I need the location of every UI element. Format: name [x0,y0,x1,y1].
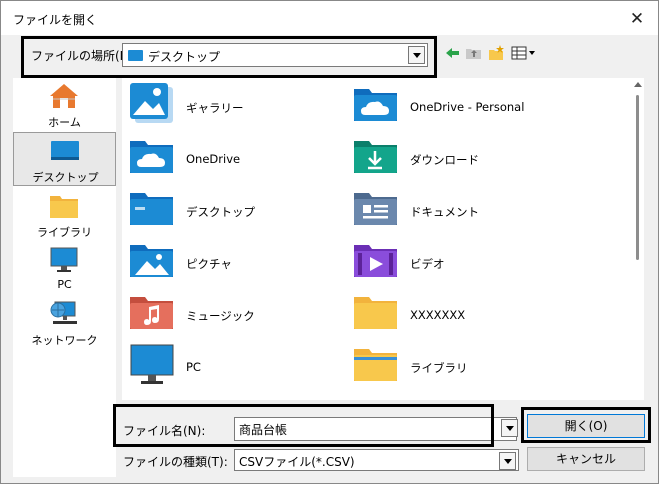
filename-dropdown-button[interactable] [501,419,518,437]
sidebar-item-library[interactable]: ライブラリ [13,188,116,242]
onedrive-folder-icon [353,83,401,127]
file-label: OneDrive - Personal [410,100,525,114]
scrollbar-thumb[interactable] [636,95,639,260]
file-label: ピクチャ [186,257,232,271]
file-label: ライブラリ [410,361,468,375]
file-label: ミュージック [186,309,255,323]
sidebar-label-desktop: デスクトップ [32,171,99,184]
sidebar-item-desktop[interactable]: デスクトップ [13,132,116,186]
file-label: OneDrive [186,152,241,166]
list-item-music[interactable]: ミュージック [129,291,339,341]
up-folder-icon[interactable] [465,44,485,64]
highlight-box-location [21,36,437,78]
filetype-value: CSVファイル(*.CSV) [239,455,355,469]
list-item-onedrive-personal[interactable]: OneDrive - Personal [353,83,563,133]
places-bar: ホーム デスクトップ ライブラリ PC ネットワーク [13,78,116,477]
desktop-icon [50,137,80,165]
list-item-folder[interactable]: XXXXXXX [353,291,563,341]
filetype-dropdown-button[interactable] [499,452,516,470]
documents-folder-icon [353,187,401,231]
window-title: ファイルを開く [13,13,98,27]
downloads-folder-icon [353,135,401,179]
list-item-gallery[interactable]: ギャラリー [129,83,339,133]
file-list: ギャラリー OneDrive デスクトップ ピクチャ ミュージック PC One… [122,78,644,400]
file-label: ギャラリー [186,101,244,115]
list-item-onedrive[interactable]: OneDrive [129,135,339,185]
music-folder-icon [129,291,177,335]
pictures-folder-icon [129,239,177,283]
filetype-label: ファイルの種類(T): [123,455,228,469]
sidebar-item-network[interactable]: ネットワーク [13,296,116,350]
home-icon [49,82,79,110]
sidebar-label-home: ホーム [48,116,81,129]
sidebar-label-library: ライブラリ [37,226,92,239]
network-icon [49,300,79,328]
file-label: PC [186,360,201,374]
highlight-box-filename [113,404,494,447]
list-item-videos[interactable]: ビデオ [353,239,563,289]
list-item-downloads[interactable]: ダウンロード [353,135,563,185]
list-item-documents[interactable]: ドキュメント [353,187,563,237]
new-folder-icon[interactable] [488,44,508,64]
highlight-box-open [521,407,651,443]
gallery-icon [129,83,177,127]
back-arrow-icon[interactable] [444,44,464,64]
close-icon[interactable]: ✕ [626,8,648,30]
desktop-folder-icon [129,187,177,231]
videos-folder-icon [353,239,401,283]
list-item-library[interactable]: ライブラリ [353,343,563,393]
file-label: XXXXXXX [410,308,466,322]
file-open-dialog: ファイルを開く ✕ ファイルの場所(I): デスクトップ ホーム デスクトップ … [0,0,659,484]
file-label: ダウンロード [410,153,479,167]
monitor-icon [49,246,79,274]
cancel-button[interactable]: キャンセル [527,447,645,471]
sidebar-label-pc: PC [57,278,72,291]
list-item-desktop[interactable]: デスクトップ [129,187,339,237]
library-folder-icon [49,192,79,220]
file-label: ビデオ [410,257,445,271]
sidebar-item-home[interactable]: ホーム [13,78,116,132]
library-folder-icon [353,343,401,387]
file-label: ドキュメント [410,205,479,219]
file-label: デスクトップ [186,205,255,219]
monitor-icon [129,343,177,387]
list-item-pictures[interactable]: ピクチャ [129,239,339,289]
sidebar-label-network: ネットワーク [31,334,98,347]
filetype-combobox[interactable]: CSVファイル(*.CSV) [234,449,519,471]
view-menu-icon[interactable] [511,44,539,64]
sidebar-item-pc[interactable]: PC [13,242,116,296]
folder-icon [353,291,401,335]
list-item-pc[interactable]: PC [129,343,339,393]
onedrive-folder-icon [129,135,177,179]
title-bar: ファイルを開く ✕ [1,1,658,35]
scroll-up-arrow[interactable] [634,82,642,87]
